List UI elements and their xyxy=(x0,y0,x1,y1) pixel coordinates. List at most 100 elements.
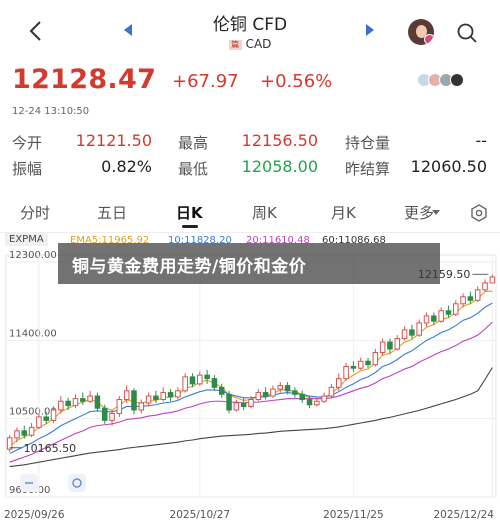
candle-body xyxy=(197,374,203,385)
candle-body xyxy=(138,402,145,411)
article-title-banner: 铜与黄金费用走势/铜价和金价 xyxy=(58,243,440,284)
candle-body xyxy=(123,390,130,401)
candle-body xyxy=(482,282,488,291)
stat-value: 12121.50 xyxy=(75,131,152,150)
stat-value: 12058.00 xyxy=(241,157,318,176)
candle-body xyxy=(394,338,401,350)
candle-body xyxy=(387,341,393,350)
candle-body xyxy=(438,310,444,322)
chevron-down-icon[interactable] xyxy=(432,210,440,215)
candle-body xyxy=(467,296,474,301)
candle-body xyxy=(431,315,437,322)
x-tick-label: 2025/12/24 xyxy=(433,509,494,521)
ema-line-ema5 xyxy=(9,290,493,447)
active-tab-indicator xyxy=(182,225,198,228)
avatar[interactable] xyxy=(408,19,434,45)
price-change: +67.97 xyxy=(172,71,239,92)
tab-2[interactable]: 五日 xyxy=(97,202,127,223)
candle-body xyxy=(474,289,481,301)
ema-line-ema60 xyxy=(9,367,493,468)
candle-body xyxy=(365,360,371,366)
candle-body xyxy=(167,392,174,398)
related-instruments-icons[interactable] xyxy=(417,72,464,91)
chart-frame xyxy=(5,254,497,498)
candle-body xyxy=(328,386,335,397)
stat-label: 最低 xyxy=(178,160,209,178)
candle-body xyxy=(321,395,327,402)
candle-body xyxy=(72,398,79,407)
candle-body xyxy=(284,385,291,392)
candle-body xyxy=(36,416,42,428)
tab-6[interactable]: 更多 xyxy=(404,202,434,223)
candle-body xyxy=(145,395,152,404)
candle-body xyxy=(189,376,196,385)
candle-body xyxy=(94,395,101,409)
candle-body xyxy=(233,402,240,411)
candle-body xyxy=(65,400,71,407)
y-tick-label: 11400.00 xyxy=(9,328,57,339)
candle-body xyxy=(262,392,269,397)
stat-value: -- xyxy=(475,131,487,150)
candle-body xyxy=(335,378,342,388)
candle-body xyxy=(416,322,422,336)
period-tabs: 分时 五日 日K 周K 月K 更多 xyxy=(0,192,500,233)
candle-body xyxy=(401,329,408,340)
candle-body xyxy=(357,360,364,369)
candle-body xyxy=(109,412,115,421)
candle-body xyxy=(372,352,379,366)
candle-body xyxy=(270,388,276,397)
tab-4[interactable]: 周K xyxy=(252,202,277,223)
stat-label: 振幅 xyxy=(12,160,43,178)
x-tick-label: 2025/10/27 xyxy=(170,509,231,521)
candle-body xyxy=(343,365,349,380)
y-tick-label: 10500.00 xyxy=(9,407,57,418)
price-change-percent: +0.56% xyxy=(260,71,333,92)
candle-body xyxy=(409,329,415,336)
quote-timestamp: 12-24 13:10:50 xyxy=(12,106,90,117)
candle-body xyxy=(350,365,357,369)
zoom-in-icon[interactable] xyxy=(68,474,86,492)
candle-body xyxy=(423,315,430,324)
candle-body xyxy=(306,399,313,406)
stat-value: 12156.50 xyxy=(241,131,318,150)
candle-body xyxy=(131,390,137,411)
candle-body xyxy=(21,430,28,436)
candle-body xyxy=(80,398,86,402)
article-title: 铜与黄金费用走势/铜价和金价 xyxy=(72,257,307,277)
candle-body xyxy=(204,374,210,380)
stat-label: 今开 xyxy=(12,134,43,152)
candle-body xyxy=(292,390,298,395)
next-instrument-icon[interactable] xyxy=(366,24,374,36)
candle-body xyxy=(175,390,181,398)
candle-body xyxy=(379,341,386,354)
candle-body xyxy=(211,378,218,388)
y-tick-label: 12300.00 xyxy=(9,250,57,261)
x-tick-label: 2025/11/25 xyxy=(323,509,384,521)
candle-body xyxy=(182,376,188,392)
candle-body xyxy=(116,399,123,414)
candle-body xyxy=(153,395,159,401)
stat-value: 0.82% xyxy=(101,157,152,176)
candle-body xyxy=(226,393,232,411)
candle-body xyxy=(50,409,57,421)
candle-body xyxy=(314,400,320,406)
candle-body xyxy=(101,407,108,421)
candle-body xyxy=(240,402,247,407)
candle-body xyxy=(160,392,167,401)
tab-3[interactable]: 日K xyxy=(176,202,203,223)
candle-body xyxy=(87,395,93,402)
candle-body xyxy=(277,385,284,390)
stat-label: 持仓量 xyxy=(345,134,391,152)
chart-settings-icon[interactable] xyxy=(470,204,488,222)
candle-body xyxy=(299,393,305,401)
currency-flag-icon: 篇 xyxy=(228,39,242,50)
currency-label: CAD xyxy=(245,37,272,51)
candle-body xyxy=(248,399,254,407)
tab-1[interactable]: 分时 xyxy=(20,202,50,223)
candle-body xyxy=(14,430,20,439)
last-price: 12128.47 xyxy=(12,64,157,95)
search-icon[interactable] xyxy=(456,22,478,44)
candle-body xyxy=(460,296,466,305)
tab-5[interactable]: 月K xyxy=(331,202,356,223)
candle-body xyxy=(255,392,262,401)
